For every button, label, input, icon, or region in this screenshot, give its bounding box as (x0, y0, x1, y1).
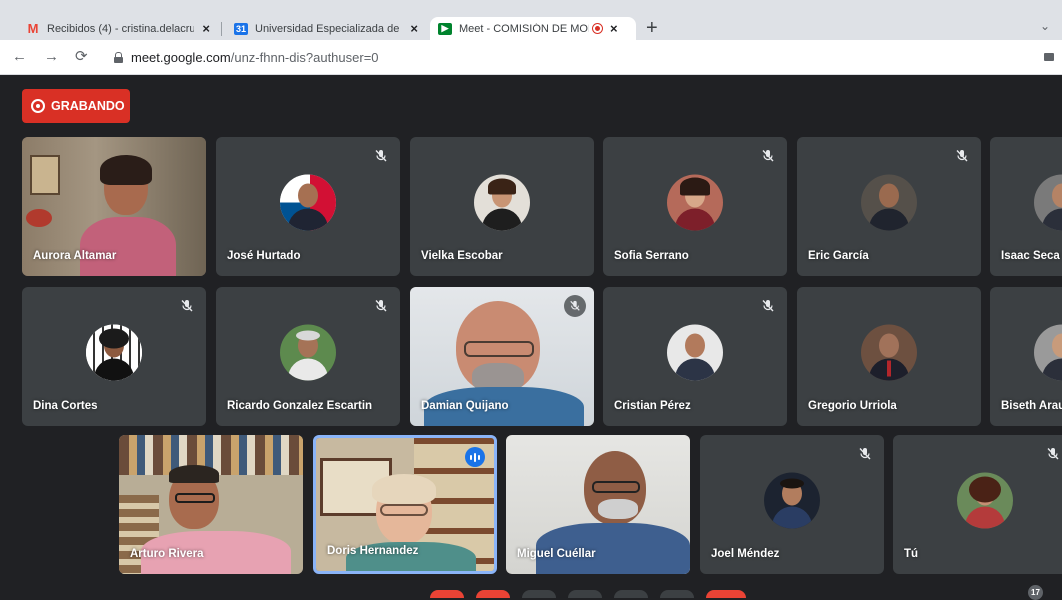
participant-tile[interactable]: Eric García (797, 137, 981, 276)
mic-off-icon (375, 150, 387, 162)
participant-name: Dina Cortes (33, 400, 98, 412)
recording-label: GRABANDO (51, 99, 125, 113)
avatar (1034, 174, 1062, 231)
recording-badge[interactable]: GRABANDO (22, 89, 130, 123)
leave-call-button[interactable] (706, 590, 746, 598)
participant-name: Sofia Serrano (614, 250, 689, 262)
present-button[interactable] (614, 590, 648, 598)
call-controls (430, 590, 746, 598)
avatar (474, 174, 530, 231)
back-button[interactable]: ← (12, 49, 27, 65)
avatar (957, 472, 1013, 529)
recording-indicator-icon (593, 24, 602, 33)
avatar (1034, 324, 1062, 381)
tab-meet[interactable]: ▶ Meet - COMISIÓN DE MODE × (430, 17, 636, 40)
close-tab-icon[interactable]: × (202, 21, 210, 36)
mic-off-icon (564, 295, 586, 317)
browser-chrome: M Recibidos (4) - cristina.delacruz© × 3… (0, 0, 1062, 75)
participant-name: Aurora Altamar (33, 250, 117, 262)
meet-grid: GRABANDO Aurora Altamar José Hurtado Vie… (7, 75, 1062, 594)
participant-name: Isaac Seca (1001, 250, 1060, 262)
avatar (861, 324, 917, 381)
forward-button[interactable]: → (44, 49, 59, 65)
lock-icon[interactable] (114, 52, 123, 63)
participant-tile[interactable]: Damian Quijano (410, 287, 594, 426)
tab-title: Recibidos (4) - cristina.delacruz© (47, 22, 195, 35)
participant-name: Miguel Cuéllar (517, 548, 596, 560)
avatar (667, 174, 723, 231)
participant-tile[interactable]: Miguel Cuéllar (506, 435, 690, 574)
participant-name: Gregorio Urriola (808, 400, 897, 412)
participant-name: Cristian Pérez (614, 400, 691, 412)
avatar (280, 324, 336, 381)
participant-count-badge[interactable]: 17 (1028, 585, 1043, 600)
participant-tile[interactable]: Joel Méndez (700, 435, 884, 574)
browser-toolbar: ← → ⟳ meet.google.com/unz-fhnn-dis?authu… (0, 40, 1062, 75)
participant-tile[interactable]: Sofia Serrano (603, 137, 787, 276)
avatar (861, 174, 917, 231)
gmail-icon: M (27, 21, 39, 36)
participant-name: Eric García (808, 250, 869, 262)
record-icon (31, 99, 45, 113)
participant-tile[interactable]: José Hurtado (216, 137, 400, 276)
participant-tile[interactable]: Cristian Pérez (603, 287, 787, 426)
participant-name: Joel Méndez (711, 548, 780, 560)
camera-toggle-button[interactable] (476, 590, 510, 598)
url-text: meet.google.com/unz-fhnn-dis?authuser=0 (131, 50, 379, 65)
mic-off-icon (762, 150, 774, 162)
participant-tile[interactable]: Ricardo Gonzalez Escartin (216, 287, 400, 426)
tab-gmail[interactable]: M Recibidos (4) - cristina.delacruz© × (18, 17, 218, 40)
participant-name: Damian Quijano (421, 400, 509, 412)
mic-off-icon (859, 448, 871, 460)
mic-off-icon (956, 150, 968, 162)
meet-icon: ▶ (438, 22, 452, 35)
participant-tile[interactable]: Arturo Rivera (119, 435, 303, 574)
participant-tile[interactable]: Tú (893, 435, 1062, 574)
tab-title: Universidad Especializada de las (255, 22, 403, 35)
address-bar[interactable]: meet.google.com/unz-fhnn-dis?authuser=0 (104, 46, 1062, 69)
calendar-icon: 31 (234, 22, 248, 35)
participant-tile[interactable]: Dina Cortes (22, 287, 206, 426)
mic-off-icon (1047, 448, 1059, 460)
tab-separator (221, 22, 222, 36)
mic-off-icon (762, 300, 774, 312)
participant-name: Tú (904, 548, 919, 560)
tab-search-icon[interactable]: ⌄ (1040, 19, 1050, 33)
url-host: meet.google.com (131, 50, 231, 65)
camera-in-use-icon[interactable] (1044, 53, 1054, 61)
mic-toggle-button[interactable] (430, 590, 464, 598)
mic-off-icon (375, 300, 387, 312)
participant-name: Doris Hernandez (327, 545, 419, 557)
participant-name: Biseth Arau (1001, 400, 1062, 412)
new-tab-button[interactable]: + (646, 17, 658, 39)
participant-tile[interactable]: Aurora Altamar (22, 137, 206, 276)
participant-name: José Hurtado (227, 250, 301, 262)
participant-name: Ricardo Gonzalez Escartin (227, 400, 373, 412)
captions-button[interactable] (522, 590, 556, 598)
participant-tile[interactable]: Biseth Arau (990, 287, 1062, 426)
avatar (86, 324, 142, 381)
reload-button[interactable]: ⟳ (75, 49, 88, 65)
participant-tile[interactable]: Vielka Escobar (410, 137, 594, 276)
participant-name: Arturo Rivera (130, 548, 204, 560)
tab-strip: M Recibidos (4) - cristina.delacruz© × 3… (0, 0, 1062, 40)
participant-name: Vielka Escobar (421, 250, 503, 262)
tab-title: Meet - COMISIÓN DE MODE (459, 22, 589, 35)
mic-off-icon (181, 300, 193, 312)
close-tab-icon[interactable]: × (410, 21, 418, 36)
avatar (764, 472, 820, 529)
participant-tile[interactable]: Isaac Seca (990, 137, 1062, 276)
speaking-indicator-icon (465, 447, 485, 467)
url-path: /unz-fhnn-dis?authuser=0 (230, 50, 379, 65)
avatar (280, 174, 336, 231)
tab-universidad[interactable]: 31 Universidad Especializada de las × (226, 17, 426, 40)
more-options-button[interactable] (660, 590, 694, 598)
avatar (667, 324, 723, 381)
raise-hand-button[interactable] (568, 590, 602, 598)
participant-tile[interactable]: Doris Hernandez (313, 435, 497, 574)
participant-tile[interactable]: Gregorio Urriola (797, 287, 981, 426)
close-tab-icon[interactable]: × (610, 21, 618, 36)
